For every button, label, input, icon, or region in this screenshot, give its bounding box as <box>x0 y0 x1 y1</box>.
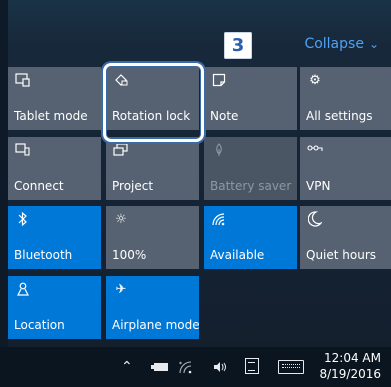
clock-time: 12:04 AM <box>324 351 381 365</box>
tile-airplane-mode[interactable]: ✈ Airplane mode <box>106 276 200 339</box>
chevron-up-icon[interactable]: ⌃ <box>121 357 133 377</box>
clock-date: 8/19/2016 <box>319 367 381 381</box>
step-badge: 3 <box>224 32 252 59</box>
tile-tablet-mode[interactable]: Tablet mode <box>8 67 101 130</box>
location-icon <box>14 281 32 297</box>
tile-label: Available <box>210 248 265 262</box>
clock[interactable]: 12:04 AM 8/19/2016 <box>319 350 381 382</box>
tile-wifi[interactable]: Available <box>204 206 297 269</box>
wifi-status-icon[interactable]: * <box>178 357 194 377</box>
volume-icon[interactable] <box>212 357 228 377</box>
chevron-down-icon: ⌄ <box>368 37 379 51</box>
bluetooth-icon <box>14 211 32 227</box>
airplane-icon: ✈ <box>115 281 127 297</box>
keyboard-icon[interactable] <box>278 360 304 374</box>
vpn-icon <box>306 142 324 158</box>
wifi-icon <box>210 211 228 227</box>
collapse-button[interactable]: Collapse ⌄ <box>304 36 379 52</box>
brightness-icon: ☼ <box>115 211 127 227</box>
battery-saver-icon <box>210 142 228 158</box>
tile-quiet-hours[interactable]: Quiet hours <box>300 206 391 269</box>
tile-label: Note <box>210 109 239 123</box>
tile-label: Location <box>14 318 65 332</box>
tile-label: Bluetooth <box>14 248 73 262</box>
connect-icon <box>14 142 32 158</box>
project-icon <box>112 142 130 158</box>
tile-label: Tablet mode <box>14 109 88 123</box>
tile-label: Connect <box>14 179 64 193</box>
action-center-panel: 3 Collapse ⌄ Tablet mode Rotation lock N… <box>0 0 391 387</box>
left-edge <box>0 0 8 387</box>
highlight-outline <box>103 63 204 142</box>
collapse-label: Collapse <box>304 36 364 52</box>
tile-all-settings[interactable]: ⚙ All settings <box>300 67 391 130</box>
tile-label: Project <box>112 179 154 193</box>
tile-vpn[interactable]: VPN <box>300 137 391 200</box>
tile-label: All settings <box>306 109 373 123</box>
battery-icon[interactable] <box>150 357 170 377</box>
gear-icon: ⚙ <box>309 72 321 88</box>
tile-bluetooth[interactable]: Bluetooth <box>8 206 101 269</box>
taskbar: ⌃ * 12:04 AM 8/19/2016 <box>0 347 391 387</box>
tile-note[interactable]: Note <box>204 67 297 130</box>
tablet-mode-icon <box>14 72 32 88</box>
tile-location[interactable]: Location <box>8 276 101 339</box>
svg-text:*: * <box>179 361 182 368</box>
tile-label: Airplane mode <box>112 318 200 332</box>
tile-label: Battery saver <box>210 179 292 193</box>
tile-connect[interactable]: Connect <box>8 137 101 200</box>
action-center-icon[interactable] <box>245 358 259 374</box>
tile-brightness[interactable]: ☼ 100% <box>106 206 199 269</box>
tile-label: VPN <box>306 179 331 193</box>
moon-icon <box>306 211 324 227</box>
tile-label: 100% <box>112 248 147 262</box>
note-icon <box>210 72 228 88</box>
tile-project[interactable]: Project <box>106 137 199 200</box>
tile-battery-saver[interactable]: Battery saver <box>204 137 297 200</box>
tile-label: Quiet hours <box>306 248 377 262</box>
